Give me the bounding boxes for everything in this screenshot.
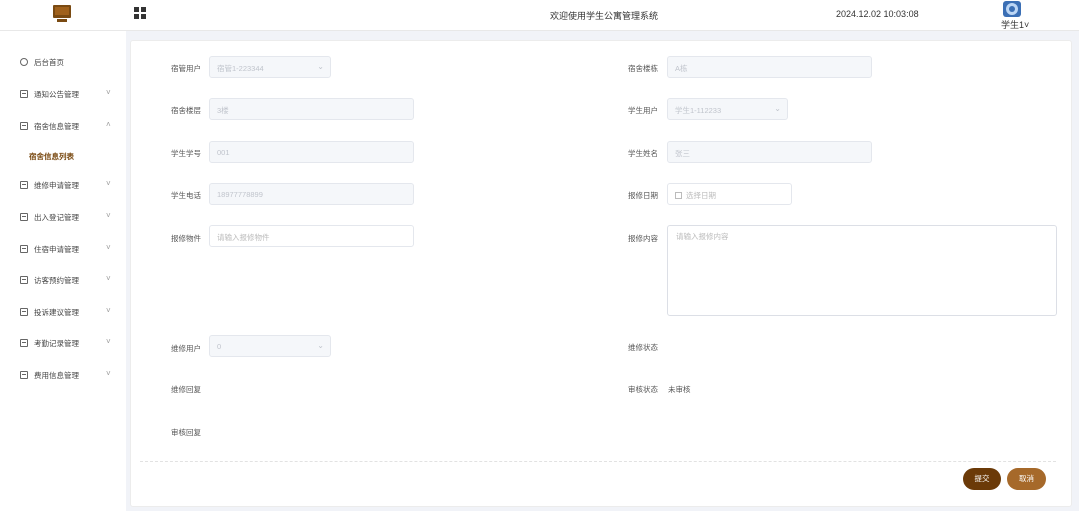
repair-item-label: 报修物件 [171, 234, 201, 243]
student-no-label: 学生学号 [171, 149, 201, 158]
monitor-logo-icon [53, 5, 71, 23]
repair-item-placeholder: 请输入报修物件 [217, 233, 270, 242]
phone-label: 学生电话 [171, 191, 201, 200]
audit-status-label: 审核状态 [628, 385, 658, 394]
floor-field[interactable]: 3楼 [209, 98, 414, 120]
chevron-down-icon: ˅ [106, 179, 111, 188]
student-no-field[interactable]: 001 [209, 141, 414, 163]
repair-user-label: 维修用户 [171, 344, 201, 353]
audit-reply-label: 审核回复 [171, 428, 201, 437]
repair-status-label: 维修状态 [628, 343, 658, 352]
repair-user-select[interactable]: 0 ⌄ [209, 335, 331, 357]
sidebar-item-repair[interactable]: 维修申请管理 ˅ [0, 177, 126, 195]
box-icon [20, 181, 28, 189]
sidebar-item-label: 后台首页 [34, 58, 64, 67]
sidebar-item-label: 费用信息管理 [34, 371, 79, 380]
avatar[interactable] [1003, 1, 1021, 17]
box-icon [20, 245, 28, 253]
box-icon [20, 371, 28, 379]
form-divider [140, 461, 1056, 462]
calendar-icon [675, 192, 682, 199]
cancel-button[interactable]: 取消 [1007, 468, 1046, 490]
sidebar-item-complaint[interactable]: 投诉建议管理 ˅ [0, 304, 126, 322]
submit-button[interactable]: 提交 [963, 468, 1001, 490]
sidebar-item-label: 投诉建议管理 [34, 308, 79, 317]
student-name-label: 学生姓名 [628, 149, 658, 158]
sidebar-item-label: 宿舍信息管理 [34, 122, 79, 131]
sidebar-item-label: 通知公告管理 [34, 90, 79, 99]
header-time: 2024.12.02 10:03:08 [836, 9, 919, 19]
repair-user-value: 0 [217, 342, 222, 351]
sidebar-item-label: 考勤记录管理 [34, 339, 79, 348]
repair-content-textarea[interactable]: 请输入报修内容 [667, 225, 1057, 316]
sidebar-item-lodging[interactable]: 住宿申请管理 ˅ [0, 241, 126, 259]
sidebar-item-entry-exit[interactable]: 出入登记管理 ˅ [0, 209, 126, 227]
chevron-down-icon: ˅ [106, 369, 111, 378]
user-name: 学生1 [1001, 20, 1025, 30]
sidebar-item-label: 访客预约管理 [34, 276, 79, 285]
sidebar-item-fees[interactable]: 费用信息管理 ˅ [0, 367, 126, 385]
audit-status-value: 未审核 [668, 385, 691, 394]
repair-date-label: 报修日期 [628, 191, 658, 200]
phone-value: 18977778899 [217, 190, 263, 199]
chevron-down-icon: ⌄ [317, 62, 324, 71]
chevron-down-icon: ˅ [106, 88, 111, 97]
sidebar-item-dorm-info[interactable]: 宿舍信息管理 ˄ [0, 118, 126, 136]
box-icon [20, 90, 28, 98]
building-label: 宿舍楼栋 [628, 64, 658, 73]
floor-value: 3楼 [217, 106, 229, 115]
dorm-user-label: 宿管用户 [171, 64, 201, 73]
top-header: 欢迎使用学生公寓管理系统 2024.12.02 10:03:08 学生1˅ [0, 0, 1079, 31]
chevron-down-icon: ⌄ [317, 341, 324, 350]
chevron-down-icon: ˅ [106, 211, 111, 220]
sidebar-item-label: 住宿申请管理 [34, 245, 79, 254]
chevron-down-icon: ˅ [106, 243, 111, 252]
repair-item-input[interactable]: 请输入报修物件 [209, 225, 414, 247]
student-user-value: 学生1-112233 [675, 106, 722, 115]
box-icon [20, 122, 28, 130]
student-user-label: 学生用户 [628, 106, 658, 115]
repair-reply-label: 维修回复 [171, 385, 201, 394]
student-user-select[interactable]: 学生1-112233 ⌄ [667, 98, 788, 120]
repair-content-placeholder: 请输入报修内容 [676, 232, 729, 241]
sidebar-subitem-label: 宿舍信息列表 [29, 152, 74, 161]
dorm-user-select[interactable]: 宿管1-223344 ⌄ [209, 56, 331, 78]
repair-date-picker[interactable]: 选择日期 [667, 183, 792, 205]
sidebar-item-home[interactable]: 后台首页 [0, 54, 126, 72]
box-icon [20, 308, 28, 316]
sidebar: 后台首页 通知公告管理 ˅ 宿舍信息管理 ˄ 宿舍信息列表 维修申请管理 ˅ 出… [0, 31, 126, 511]
chevron-down-icon: ˅ [106, 306, 111, 315]
box-icon [20, 339, 28, 347]
header-title: 欢迎使用学生公寓管理系统 [550, 11, 659, 21]
clock-icon [20, 58, 28, 66]
chevron-down-icon: ˅ [106, 274, 111, 283]
box-icon [20, 213, 28, 221]
sidebar-item-attendance[interactable]: 考勤记录管理 ˅ [0, 335, 126, 353]
chevron-down-icon: ˅ [106, 337, 111, 346]
building-field[interactable]: A栋 [667, 56, 872, 78]
building-value: A栋 [675, 64, 688, 73]
sidebar-subitem-dorm-list[interactable]: 宿舍信息列表 [0, 141, 126, 169]
sidebar-item-label: 维修申请管理 [34, 181, 79, 190]
repair-content-label: 报修内容 [628, 234, 658, 243]
chevron-down-icon: ⌄ [774, 104, 781, 113]
sidebar-item-visitor[interactable]: 访客预约管理 ˅ [0, 272, 126, 290]
chevron-down-icon: ˅ [1024, 20, 1030, 30]
student-name-field[interactable]: 张三 [667, 141, 872, 163]
student-name-value: 张三 [675, 149, 690, 158]
user-menu[interactable]: 学生1˅ [1001, 18, 1029, 31]
sidebar-item-notice[interactable]: 通知公告管理 ˅ [0, 86, 126, 104]
student-no-value: 001 [217, 148, 230, 157]
dorm-user-value: 宿管1-223344 [217, 64, 264, 73]
repair-date-placeholder: 选择日期 [686, 191, 716, 200]
box-icon [20, 276, 28, 284]
floor-label: 宿舍楼层 [171, 106, 201, 115]
sidebar-item-label: 出入登记管理 [34, 213, 79, 222]
phone-field[interactable]: 18977778899 [209, 183, 414, 205]
menu-grid-icon[interactable] [134, 7, 146, 19]
chevron-up-icon: ˄ [106, 120, 111, 129]
